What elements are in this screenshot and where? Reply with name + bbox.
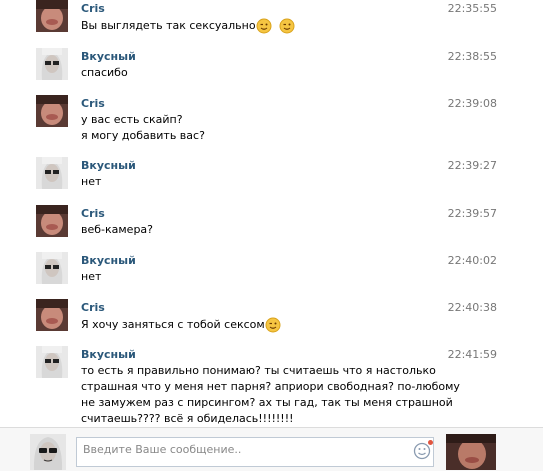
wink-smiley-icon — [256, 18, 272, 34]
message-text: Я хочу заняться с тобой сексом — [81, 317, 281, 333]
message-text: нет — [81, 270, 102, 283]
wink-smiley-icon — [279, 18, 295, 34]
avatar-cris[interactable] — [36, 205, 68, 237]
message-text: веб-камера? — [81, 223, 154, 236]
message-line: Я хочу заняться с тобой сексом — [81, 318, 265, 331]
message-author[interactable]: Cris — [81, 97, 105, 110]
message-author[interactable]: Вкусный — [81, 50, 136, 63]
avatar-cris[interactable] — [36, 0, 68, 32]
avatar-vkusny[interactable] — [36, 48, 68, 80]
message-author[interactable]: Cris — [81, 301, 105, 314]
message-author[interactable]: Вкусный — [81, 159, 136, 172]
notification-dot — [428, 440, 433, 445]
avatar-vkusny[interactable] — [36, 157, 68, 189]
message-time: 22:39:08 — [447, 97, 497, 110]
message-time: 22:41:59 — [447, 348, 497, 361]
message-time: 22:39:27 — [447, 159, 497, 172]
message-author[interactable]: Cris — [81, 207, 105, 220]
message-author[interactable]: Cris — [81, 2, 105, 15]
message-time: 22:35:55 — [447, 2, 497, 15]
wink-smiley-icon — [265, 317, 281, 333]
message-thread: Cris 22:35:55 Вы выглядеть так сексуальн… — [0, 0, 543, 427]
my-avatar[interactable] — [30, 434, 66, 470]
message-time: 22:40:02 — [447, 254, 497, 267]
message-input[interactable] — [83, 443, 403, 456]
message-text: то есть я правильно понимаю? ты считаешь… — [81, 364, 460, 425]
avatar-cris[interactable] — [36, 95, 68, 127]
message-line: Вы выглядеть так сексуально — [81, 19, 256, 32]
message-time: 22:38:55 — [447, 50, 497, 63]
message-text: нет — [81, 175, 102, 188]
message-author[interactable]: Вкусный — [81, 348, 136, 361]
message-line: я могу добавить вас? — [81, 129, 205, 142]
peer-avatar[interactable] — [446, 434, 496, 470]
message-line: у вас есть скайп? — [81, 113, 183, 126]
avatar-cris[interactable] — [36, 299, 68, 331]
message-text: Вы выглядеть так сексуально — [81, 18, 295, 34]
avatar-vkusny[interactable] — [36, 252, 68, 284]
message-input-box[interactable] — [76, 437, 434, 467]
avatar-vkusny[interactable] — [36, 346, 68, 378]
message-author[interactable]: Вкусный — [81, 254, 136, 267]
message-time: 22:39:57 — [447, 207, 497, 220]
message-text: спасибо — [81, 66, 128, 79]
message-time: 22:40:38 — [447, 301, 497, 314]
